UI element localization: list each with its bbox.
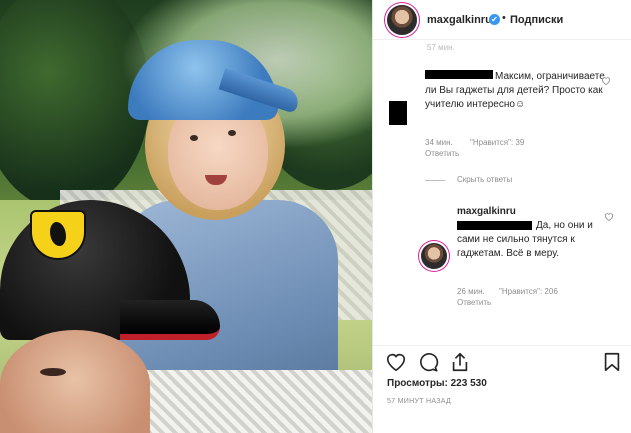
post-panel: maxgalkinru ✔ • Подписки 57 мин. Максим,… [373, 0, 631, 433]
boy-cap-visor [120, 300, 220, 340]
girl-eye [190, 135, 198, 141]
redacted-username [425, 70, 493, 79]
comment-time: 34 мин. [425, 138, 453, 147]
share-icon[interactable] [449, 351, 471, 373]
girl-eye [228, 130, 236, 136]
reply-reply-button[interactable]: Ответить [457, 298, 491, 307]
comment-likes[interactable]: "Нравится": 39 [470, 138, 524, 147]
reply-avatar[interactable] [421, 243, 447, 269]
posted-ago: 57 МИНУТ НАЗАД [387, 398, 452, 405]
post-header: maxgalkinru ✔ • Подписки [373, 0, 631, 40]
boy-face [0, 330, 150, 433]
hide-replies-line [425, 180, 445, 181]
redacted-mention [457, 221, 532, 230]
redacted-avatar [389, 101, 407, 125]
action-bar [373, 345, 631, 375]
comment-like-heart-icon[interactable] [601, 76, 611, 86]
views-count: Просмотры: 223 530 [387, 378, 487, 389]
verified-icon: ✔ [489, 14, 500, 25]
reply-like-heart-icon[interactable] [604, 212, 614, 222]
cut-off-timestamp: 57 мин. [427, 43, 455, 52]
author-username[interactable]: maxgalkinru [427, 14, 492, 26]
bookmark-icon[interactable] [601, 351, 623, 373]
post-video[interactable] [0, 0, 372, 433]
author-avatar[interactable] [387, 5, 417, 35]
reply-likes[interactable]: "Нравится": 206 [499, 287, 558, 296]
following-button[interactable]: Подписки [510, 14, 563, 26]
wicker-chair [140, 370, 372, 433]
comment-icon[interactable] [417, 351, 439, 373]
reply-username[interactable]: maxgalkinru [457, 206, 516, 217]
boy-eye [40, 368, 66, 376]
hide-replies-button[interactable]: Скрыть ответы [457, 175, 512, 184]
reply-time: 26 мин. [457, 287, 485, 296]
views-label: Просмотры: [387, 378, 448, 389]
heart-icon[interactable] [385, 351, 407, 373]
header-separator: • [502, 12, 506, 24]
comment-reply-button[interactable]: Ответить [425, 149, 459, 158]
views-value: 223 530 [450, 378, 487, 389]
